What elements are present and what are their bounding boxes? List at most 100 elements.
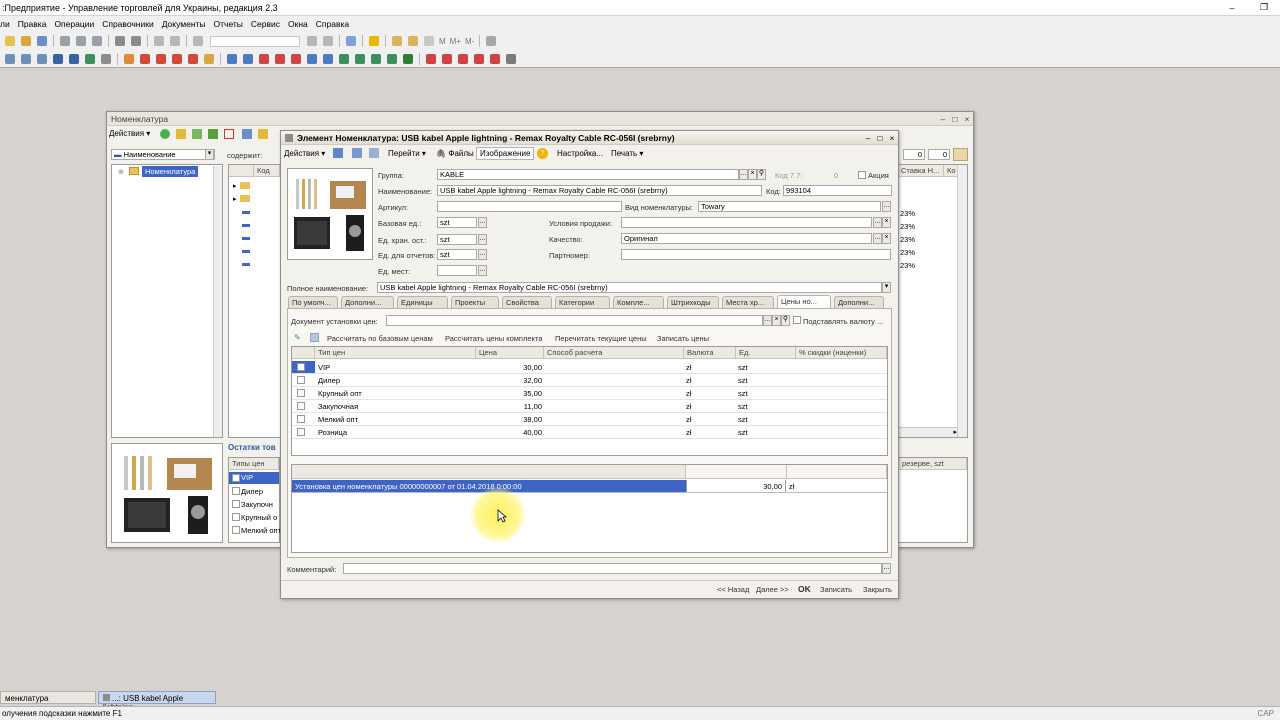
save-close-icon[interactable] (333, 148, 343, 158)
folder-row-icon[interactable]: ▸ (233, 195, 237, 203)
place-unit-field[interactable] (437, 265, 477, 276)
tab-defaults[interactable]: По умолч... (288, 296, 338, 308)
picture-toggle-icon[interactable] (953, 148, 968, 161)
search-input[interactable] (210, 35, 300, 47)
sales-icon[interactable] (140, 53, 150, 64)
tab-additional-1[interactable]: Дополни... (341, 296, 394, 308)
list-actions-menu[interactable]: Действия ▾ (109, 129, 150, 138)
folder-row-icon[interactable]: ▸ (233, 182, 237, 190)
row-checkbox[interactable] (297, 415, 305, 423)
payment-icon[interactable] (243, 53, 253, 64)
close-form-button[interactable]: Закрыть (863, 585, 892, 594)
table-row[interactable]: Мелкий опт 38,00 zł szt (292, 413, 887, 426)
name-field[interactable]: USB kabel Apple lightning - Remax Royalt… (437, 185, 762, 196)
add-group-icon[interactable] (176, 129, 186, 139)
money-icon[interactable] (403, 53, 413, 64)
memory-minus-button[interactable]: M- (465, 37, 474, 46)
save-button[interactable]: Записать (820, 585, 852, 594)
tab-prices[interactable]: Цены но... (777, 295, 831, 309)
price-doc-select-button[interactable]: … (763, 315, 772, 326)
price-type-checkbox[interactable] (232, 474, 240, 482)
minimize-button[interactable]: – (937, 114, 949, 124)
base-unit-select-button[interactable]: … (478, 217, 487, 228)
back-button[interactable]: << Назад (717, 585, 749, 594)
row-checkbox[interactable] (297, 363, 305, 371)
tab-projects[interactable]: Проекты (451, 296, 499, 308)
comment-edit-button[interactable]: … (882, 563, 891, 574)
price-type-row[interactable]: Мелкий опт (241, 526, 281, 535)
quality-field[interactable]: Оригинал (621, 233, 872, 244)
task-nomenclature[interactable]: менклатура (0, 691, 96, 704)
code-field[interactable]: 993104 (783, 185, 892, 196)
arrows-icon[interactable] (53, 53, 63, 64)
print-menu[interactable]: Печать ▾ (611, 149, 643, 158)
analysis-icon[interactable] (426, 53, 436, 64)
row-checkbox[interactable] (297, 428, 305, 436)
filter-field-dropdown[interactable]: ▾ (205, 149, 214, 160)
col-vat-header[interactable]: Ставка Н... (898, 165, 944, 177)
menu-catalogs[interactable]: Справочники (102, 19, 160, 29)
debt-icon[interactable] (259, 53, 269, 64)
col-ko-header[interactable]: Ко (944, 165, 958, 177)
balance-icon[interactable] (291, 53, 301, 64)
tab-units[interactable]: Единицы (397, 296, 448, 308)
item-row-icon[interactable] (242, 224, 250, 227)
memory-plus-button[interactable]: M+ (450, 37, 461, 46)
item-row-icon[interactable] (242, 263, 250, 266)
quality-select-button[interactable]: … (873, 233, 882, 244)
close-button[interactable]: × (886, 133, 898, 143)
ok-button[interactable]: OK (798, 584, 811, 594)
settings-button[interactable]: Настройка... (557, 149, 603, 158)
menu-service[interactable]: Сервис (251, 19, 286, 29)
save-icon[interactable] (37, 36, 47, 46)
search-icon[interactable] (193, 36, 203, 46)
next-button[interactable]: Далее >> (756, 585, 789, 594)
full-name-dropdown[interactable]: ▾ (882, 282, 891, 293)
help-icon[interactable]: ? (537, 148, 548, 159)
report-unit-select-button[interactable]: … (478, 249, 487, 260)
minimize-button[interactable]: – (862, 133, 874, 143)
find-next-icon[interactable] (307, 36, 317, 46)
copy-icon[interactable] (76, 36, 86, 46)
write-icon[interactable] (352, 148, 362, 158)
info-icon[interactable] (369, 36, 379, 46)
settlement-icon[interactable] (275, 53, 285, 64)
cut-icon[interactable] (60, 36, 70, 46)
delete-icon[interactable] (224, 129, 234, 139)
table-row[interactable]: Дилер 32,00 zł szt (292, 374, 887, 387)
open-icon[interactable] (21, 36, 31, 46)
order-icon[interactable] (124, 53, 134, 64)
kit-icon[interactable] (355, 53, 365, 64)
edit-pencil-icon[interactable]: ✎ (294, 333, 301, 342)
group-field[interactable]: KABLE (437, 169, 739, 180)
col-calc-method-header[interactable]: Способ расчета (544, 347, 684, 359)
price-type-checkbox[interactable] (232, 513, 240, 521)
settings-icon[interactable] (506, 53, 516, 64)
report-unit-field[interactable]: szt (437, 249, 477, 260)
price-table-icon[interactable] (310, 333, 319, 342)
inventory-icon[interactable] (323, 53, 333, 64)
group-clear-button[interactable]: × (748, 169, 757, 180)
goto-menu[interactable]: Перейти ▾ (388, 149, 426, 158)
tree-expand-icon[interactable]: ⊕ (118, 168, 124, 176)
price-doc-clear-button[interactable]: × (772, 315, 781, 326)
table-row[interactable]: Розница 40,00 zł szt (292, 426, 887, 439)
group-select-button[interactable]: … (739, 169, 748, 180)
bank-icon[interactable] (227, 53, 237, 64)
list-horizontal-scrollbar[interactable]: ▸ (899, 427, 957, 437)
stock-icon[interactable] (307, 53, 317, 64)
reread-icon[interactable] (369, 148, 379, 158)
price-doc-open-button[interactable]: ⚲ (781, 315, 790, 326)
add-icon[interactable] (160, 129, 170, 139)
hierarchy-icon[interactable] (242, 129, 252, 139)
print-icon[interactable] (115, 36, 125, 46)
group-tree[interactable] (111, 164, 223, 438)
reread-prices-button[interactable]: Перечитать текущие цены (555, 334, 647, 343)
table-row[interactable]: VIP 30,00 zł szt (292, 361, 887, 374)
price-type-row[interactable]: Крупный о (241, 513, 277, 522)
calc-base-prices-button[interactable]: Рассчитать по базовым ценам (327, 334, 433, 343)
nomenclature-type-field[interactable]: Towary (698, 201, 881, 212)
receipt-icon[interactable] (387, 53, 397, 64)
partnumber-field[interactable] (621, 249, 891, 260)
stock-report-icon[interactable] (474, 53, 484, 64)
